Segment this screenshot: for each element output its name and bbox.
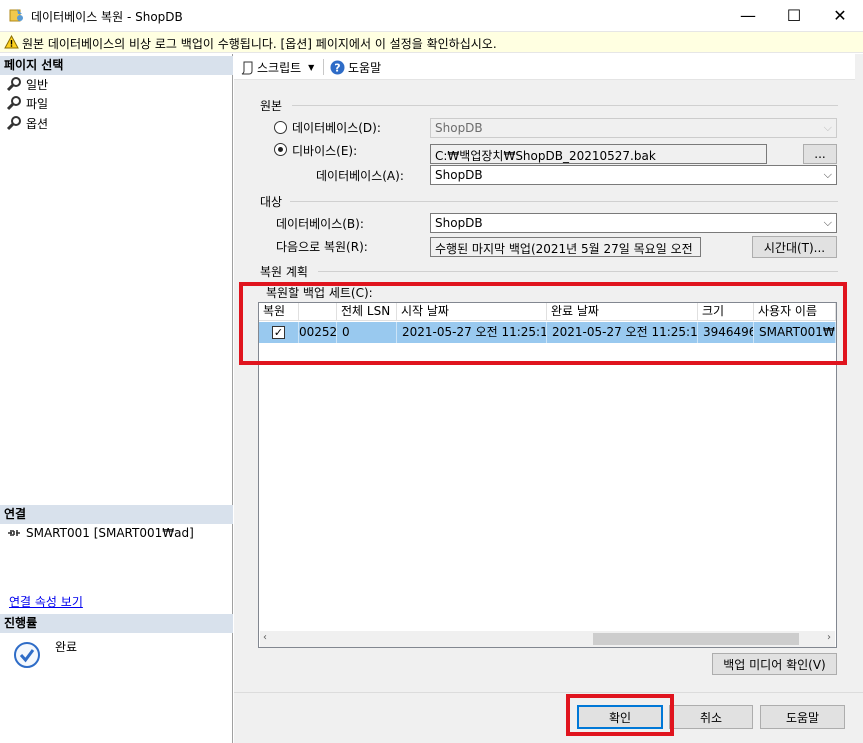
nav-item-general[interactable]: 일반 xyxy=(6,75,48,93)
destination-database-combo[interactable]: ShopDB ⌵ xyxy=(430,213,837,233)
close-button[interactable]: ✕ xyxy=(817,0,863,31)
nav-item-label: 옵션 xyxy=(26,116,49,131)
help-icon: ? xyxy=(330,60,345,75)
source-section-label: 원본 xyxy=(260,99,283,113)
toolbar-separator xyxy=(323,59,324,75)
destination-database-label: 데이터베이스(B): xyxy=(276,217,364,231)
warning-icon xyxy=(4,35,19,49)
warning-text: 원본 데이터베이스의 비상 로그 백업이 수행됩니다. [옵션] 페이지에서 이… xyxy=(22,37,497,51)
maximize-button[interactable]: ☐ xyxy=(771,0,817,31)
toolbar-edge xyxy=(855,54,863,80)
device-database-label: 데이터베이스(A): xyxy=(316,169,404,183)
database-restore-icon xyxy=(9,9,23,22)
scroll-right-icon[interactable]: › xyxy=(827,632,831,643)
wrench-icon xyxy=(6,96,21,111)
device-radio-label: 디바이스(E): xyxy=(292,144,358,158)
help-button[interactable]: 도움말 xyxy=(760,705,845,729)
scroll-left-icon[interactable]: ‹ xyxy=(263,632,267,643)
svg-text:?: ? xyxy=(334,62,340,75)
title-bar: 데이터베이스 복원 - ShopDB — ☐ ✕ xyxy=(0,0,863,31)
highlight-box xyxy=(239,282,847,365)
database-radio[interactable] xyxy=(274,121,287,134)
page-select-header: 페이지 선택 xyxy=(0,56,233,75)
nav-item-label: 일반 xyxy=(26,77,49,92)
warning-banner: 원본 데이터베이스의 비상 로그 백업이 수행됩니다. [옵션] 페이지에서 이… xyxy=(0,31,863,53)
device-database-value: ShopDB xyxy=(435,168,483,182)
wrench-icon xyxy=(6,77,21,92)
chevron-down-icon: ⌵ xyxy=(823,216,832,229)
verify-media-button[interactable]: 백업 미디어 확인(V) xyxy=(712,653,837,675)
wrench-icon xyxy=(6,116,21,131)
database-radio-label: 데이터베이스(D): xyxy=(292,121,381,135)
progress-header: 진행률 xyxy=(0,614,233,633)
chevron-down-icon: ⌵ xyxy=(823,168,832,181)
minimize-button[interactable]: — xyxy=(725,0,771,31)
connection-value: SMART001 [SMART001₩ad] xyxy=(26,526,194,540)
toolbar: 스크립트 ▼ ? 도움말 xyxy=(234,54,863,80)
nav-item-options[interactable]: 옵션 xyxy=(6,114,48,132)
success-check-icon xyxy=(14,642,40,668)
nav-item-files[interactable]: 파일 xyxy=(6,94,48,112)
restore-to-label: 다음으로 복원(R): xyxy=(276,240,368,254)
window-title: 데이터베이스 복원 - ShopDB xyxy=(31,10,183,24)
script-icon xyxy=(241,61,253,74)
progress-status: 완료 xyxy=(55,640,78,654)
divider xyxy=(290,201,838,202)
device-radio[interactable] xyxy=(274,143,287,156)
close-icon: ✕ xyxy=(833,6,847,25)
plug-icon xyxy=(8,530,20,536)
source-database-combo[interactable]: ShopDB ⌵ xyxy=(430,118,837,138)
left-panel: 페이지 선택 일반 파일 옵션 연결 SMART001 [SMART001₩ad… xyxy=(0,54,233,743)
cancel-button[interactable]: 취소 xyxy=(669,705,753,729)
connection-info: SMART001 [SMART001₩ad] xyxy=(6,524,194,542)
device-path-field[interactable]: C:₩백업장치₩ShopDB_20210527.bak xyxy=(430,144,767,164)
restore-to-field[interactable]: 수행된 마지막 백업(2021년 5월 27일 목요일 오전 xyxy=(430,237,701,257)
highlight-box xyxy=(566,694,674,736)
connection-properties-link[interactable]: 연결 속성 보기 xyxy=(9,593,83,610)
chevron-down-icon: ⌵ xyxy=(823,121,832,134)
nav-item-label: 파일 xyxy=(26,96,49,111)
destination-section-label: 대상 xyxy=(260,195,283,209)
scrollbar-thumb[interactable] xyxy=(593,633,799,645)
divider xyxy=(292,105,838,106)
maximize-icon: ☐ xyxy=(786,6,802,25)
script-label: 스크립트 xyxy=(257,61,302,75)
device-database-combo[interactable]: ShopDB ⌵ xyxy=(430,165,837,185)
help-label: 도움말 xyxy=(348,61,382,75)
divider xyxy=(318,271,838,272)
browse-button[interactable]: ... xyxy=(803,144,837,164)
source-database-value: ShopDB xyxy=(435,121,483,135)
destination-database-value: ShopDB xyxy=(435,216,483,230)
timeline-button[interactable]: 시간대(T)... xyxy=(752,236,837,258)
plan-section-label: 복원 계획 xyxy=(260,265,308,279)
horizontal-scrollbar[interactable]: ‹ › xyxy=(260,631,835,647)
connection-header: 연결 xyxy=(0,505,233,524)
chevron-down-icon: ▼ xyxy=(308,63,315,72)
minimize-icon: — xyxy=(740,6,756,25)
script-button[interactable]: 스크립트 ▼ xyxy=(240,59,314,76)
help-toolbar-button[interactable]: ? 도움말 xyxy=(330,59,381,76)
